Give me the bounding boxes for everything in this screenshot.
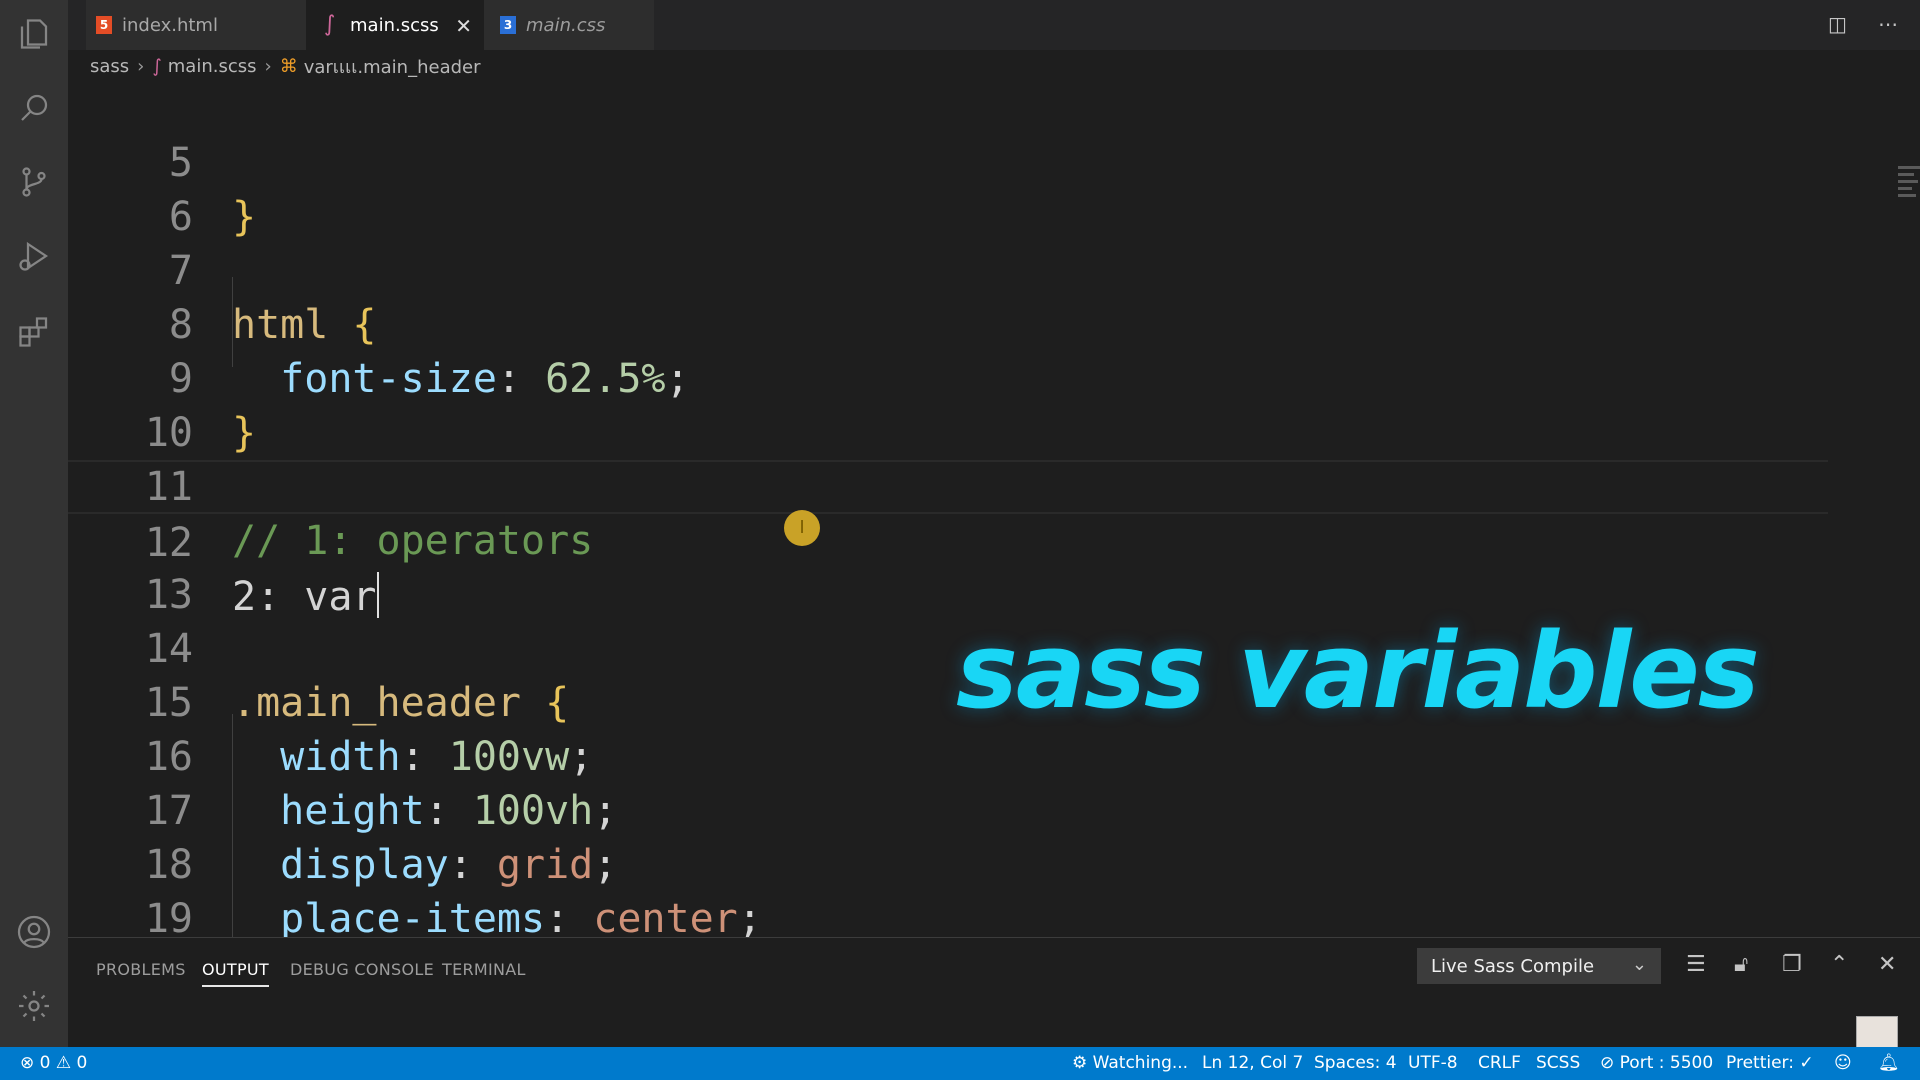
code-line: 20 } [68,892,1828,937]
sass-icon: ∫ [324,12,336,37]
sass-watching-status[interactable]: ⚙ Watching... [1072,1053,1188,1073]
tab-label: main.scss [350,14,439,36]
symbol-icon: ⌘ [279,55,298,77]
clear-output-icon[interactable]: ☰ [1686,952,1706,977]
eol-status[interactable]: CRLF [1478,1053,1521,1073]
notifications-bell-icon[interactable]: 🔔︎ [1878,1053,1900,1073]
video-overlay-title: sass variables [956,610,1760,732]
mouse-cursor-highlight: I [784,510,820,546]
tab-label: main.css [526,14,606,36]
panel-tab-output[interactable]: OUTPUT [202,960,270,987]
watching-icon: ⚙ [1072,1053,1088,1073]
explorer-icon[interactable] [14,14,54,54]
watching-label: Watching... [1092,1053,1189,1073]
tab-index-html[interactable]: 5 index.html [86,0,306,50]
minimap[interactable] [1898,166,1920,216]
warning-count: 0 [76,1053,88,1073]
search-icon[interactable] [14,88,54,128]
code-line: 17 display: grid; [68,730,1828,888]
account-icon[interactable] [14,912,54,952]
problems-indicator[interactable]: ⊗ 0 ⚠ 0 [20,1053,87,1073]
live-server-port[interactable]: ⊘ Port : 5500 [1600,1053,1713,1073]
code-line: 18 place-items: center; [68,784,1828,937]
more-actions-icon[interactable]: ⋯ [1878,12,1898,36]
encoding-status[interactable]: UTF-8 [1408,1053,1458,1073]
port-label: Port : 5500 [1619,1053,1714,1073]
tab-main-css[interactable]: 3 main.css [484,0,654,50]
prettier-status[interactable]: Prettier: ✓ [1726,1053,1814,1073]
feedback-icon[interactable]: ☺ [1834,1053,1852,1073]
maximize-panel-icon[interactable]: ⌃ [1830,952,1848,977]
sass-icon: ∫ [152,55,162,77]
output-channel-value: Live Sass Compile [1431,955,1595,977]
code-line-current: 12 2: var [68,460,1828,620]
open-in-editor-icon[interactable]: ❐ [1782,952,1802,977]
code-editor[interactable]: 5 } 6 7 html { 8 font-size: 62.5%; 9 } 1… [68,82,1920,937]
css3-icon: 3 [500,16,516,34]
source-control-icon[interactable] [14,162,54,202]
port-icon: ⊘ [1600,1053,1615,1073]
chevron-down-icon: ⌄ [1631,954,1647,975]
cursor-position[interactable]: Ln 12, Col 7 [1202,1053,1303,1073]
code-line: 6 [68,136,1828,240]
chevron-right-icon: › [264,55,272,77]
settings-gear-icon[interactable] [14,986,54,1026]
breadcrumb: sass › ∫ main.scss › ⌘ varเเเเ.main_head… [68,50,1920,82]
run-debug-icon[interactable] [14,236,54,276]
editor-tab-bar: 5 index.html ∫ main.scss ✕ 3 main.css ◫ … [68,0,1920,50]
code-line: 19 background: #10ac84; [68,838,1828,937]
extensions-icon[interactable] [14,312,54,352]
code-line: 11 // 1: operators [68,406,1828,564]
close-panel-icon[interactable]: ✕ [1878,952,1896,977]
close-tab-icon[interactable]: ✕ [455,14,472,38]
activity-bar [0,0,68,1047]
html5-icon: 5 [96,16,112,34]
code-line: 10 [68,352,1828,456]
output-channel-select[interactable]: Live Sass Compile ⌄ [1417,948,1661,984]
panel-tab-debug-console[interactable]: DEBUG CONSOLE [290,960,434,979]
chevron-right-icon: › [137,55,145,77]
tab-main-scss[interactable]: ∫ main.scss ✕ [306,0,484,50]
panel-tab-problems[interactable]: PROBLEMS [96,960,186,979]
panel-tab-terminal[interactable]: TERMINAL [442,960,526,979]
language-mode[interactable]: SCSS [1536,1053,1580,1073]
code-line: 9 } [68,298,1828,456]
bottom-panel: PROBLEMS OUTPUT DEBUG CONSOLE TERMINAL L… [68,937,1920,1050]
code-line: 8 font-size: 62.5%; [68,244,1828,402]
channel-logo-watermark [1856,1016,1898,1050]
indentation-status[interactable]: Spaces: 4 [1314,1053,1397,1073]
status-bar: ⊗ 0 ⚠ 0 ⚙ Watching... Ln 12, Col 7 Space… [0,1047,1920,1080]
code-line: 13 [68,514,1828,618]
tab-label: index.html [122,14,218,36]
error-count: 0 [39,1053,51,1073]
code-line: 5 } [68,82,1828,240]
breadcrumb-symbol[interactable]: varเเเเ.main_header [304,52,481,81]
error-icon: ⊗ [20,1053,35,1073]
breadcrumb-file[interactable]: main.scss [168,56,257,77]
breadcrumb-folder[interactable]: sass [90,56,129,77]
lock-scroll-icon[interactable]: 🔓︎ [1734,952,1748,977]
warning-icon: ⚠ [55,1053,72,1073]
code-line: 7 html { [68,190,1828,348]
split-editor-icon[interactable]: ◫ [1828,12,1847,36]
